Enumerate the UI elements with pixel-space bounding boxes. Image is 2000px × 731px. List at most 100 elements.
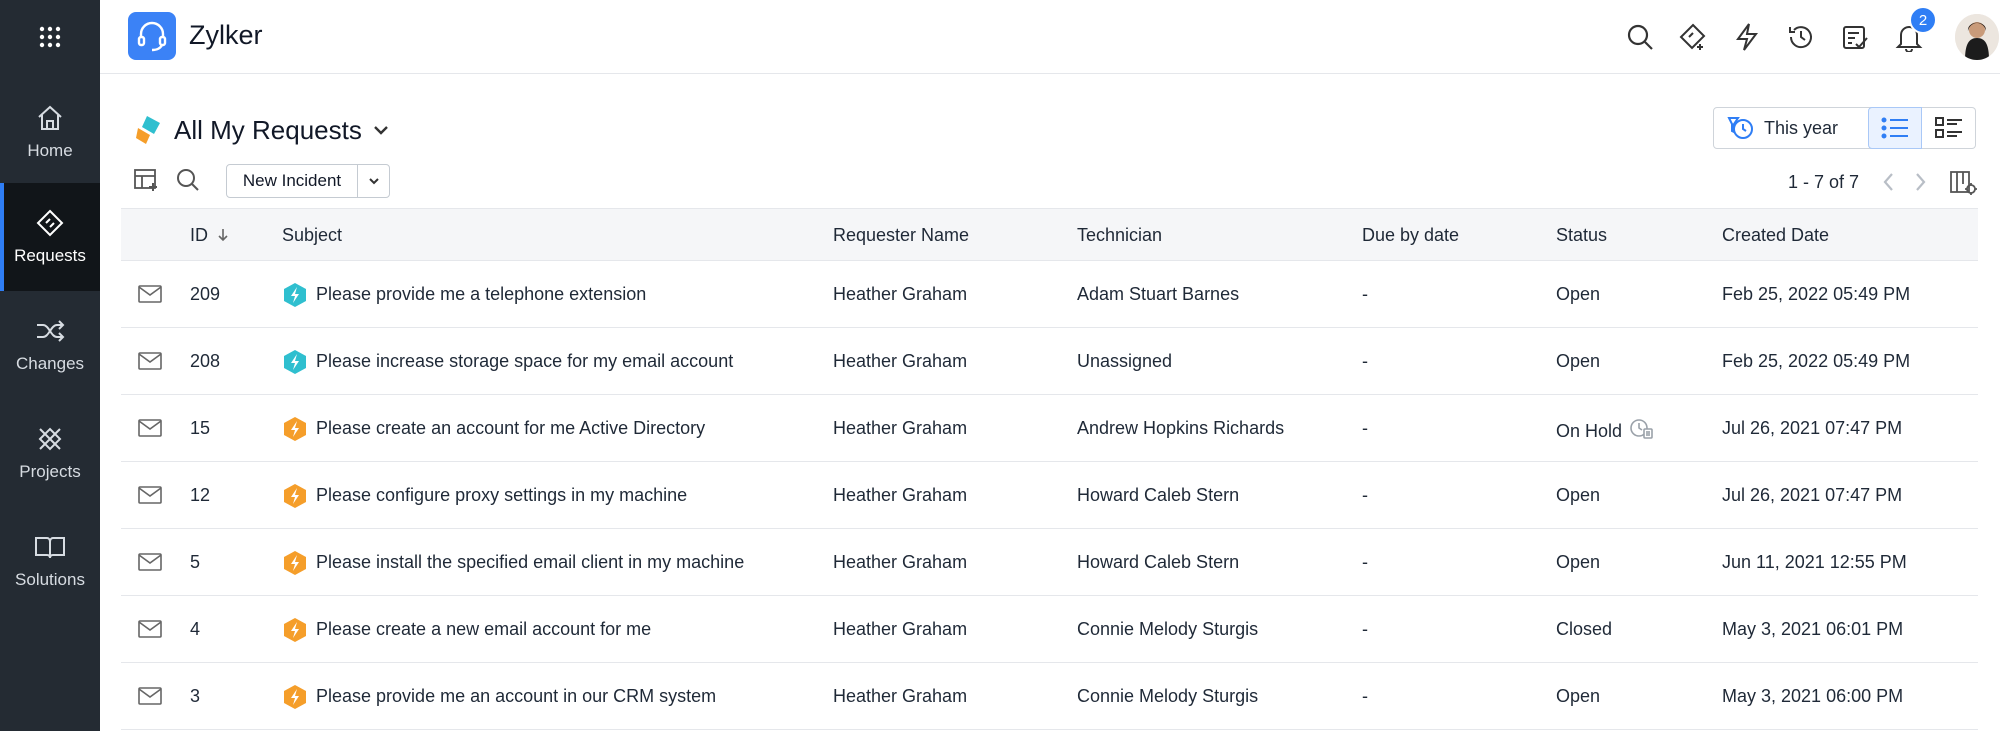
cell-created-date: Jul 26, 2021 07:47 PM: [1722, 418, 1903, 438]
page-title[interactable]: All My Requests: [174, 115, 362, 146]
grid-icon: [39, 26, 61, 48]
table-row[interactable]: 209 Please provide me a telephone extens…: [121, 261, 1978, 328]
incident-icon: [283, 617, 307, 648]
sidebar-item-projects[interactable]: Projects: [0, 399, 100, 507]
sidebar-item-changes[interactable]: Changes: [0, 291, 100, 399]
date-filter-label: This year: [1764, 117, 1839, 138]
column-settings-button[interactable]: [1950, 170, 1978, 201]
cell-requester: Heather Graham: [833, 485, 968, 505]
table-row[interactable]: 12 Please configure proxy settings in my…: [121, 462, 1978, 529]
column-header-created-date[interactable]: Created Date: [1722, 225, 1829, 246]
cell-status[interactable]: Open: [1556, 686, 1600, 707]
cell-requester: Heather Graham: [833, 552, 968, 572]
column-header-id[interactable]: ID: [190, 225, 229, 246]
view-icon: [134, 114, 164, 151]
sidebar-item-label: Changes: [15, 354, 85, 373]
cell-technician[interactable]: Howard Caleb Stern: [1077, 552, 1239, 573]
cell-subject[interactable]: Please provide me a telephone extension: [316, 284, 646, 305]
column-chooser-button[interactable]: [134, 168, 160, 197]
incident-icon: [283, 550, 307, 581]
cell-status[interactable]: Closed: [1556, 619, 1612, 640]
chevron-down-icon: [368, 178, 379, 185]
cell-technician[interactable]: Adam Stuart Barnes: [1077, 284, 1239, 305]
cell-technician[interactable]: Unassigned: [1077, 351, 1172, 372]
mail-icon: [138, 552, 162, 577]
cell-created-date: Feb 25, 2022 05:49 PM: [1722, 284, 1911, 304]
cell-created-date: Feb 25, 2022 05:49 PM: [1722, 351, 1911, 371]
prev-page-button[interactable]: [1880, 170, 1898, 199]
cell-subject[interactable]: Please install the specified email clien…: [316, 552, 744, 573]
history-icon: [1789, 26, 1812, 49]
brand-name: Zylker: [189, 20, 263, 50]
cell-subject[interactable]: Please configure proxy settings in my ma…: [316, 485, 687, 506]
cell-due-date: -: [1362, 418, 1368, 438]
incident-icon: [283, 684, 307, 715]
chevron-left-icon: [1883, 173, 1893, 191]
table-row[interactable]: 4 Please create a new email account for …: [121, 596, 1978, 663]
cell-technician[interactable]: Andrew Hopkins Richards: [1077, 418, 1284, 439]
column-header-due-date[interactable]: Due by date: [1362, 225, 1459, 246]
cell-requester: Heather Graham: [833, 619, 968, 639]
next-page-button[interactable]: [1911, 170, 1929, 199]
cell-status[interactable]: Open: [1556, 351, 1600, 372]
cell-status[interactable]: Open: [1556, 485, 1600, 506]
cell-id: 208: [190, 351, 221, 371]
cell-created-date: Jun 11, 2021 12:55 PM: [1722, 552, 1907, 572]
sidebar-item-label: Home: [27, 141, 73, 160]
cell-technician[interactable]: Connie Melody Sturgis: [1077, 686, 1258, 707]
card-view-toggle[interactable]: [1922, 107, 1976, 149]
request-type-icon: [136, 116, 160, 144]
top-bar: Zylker 2: [100, 0, 2000, 74]
sidebar-item-home[interactable]: Home: [0, 78, 100, 186]
cell-subject[interactable]: Please create a new email account for me: [316, 619, 651, 640]
cell-status[interactable]: On Hold: [1556, 418, 1654, 442]
app-launcher-button[interactable]: [0, 0, 100, 74]
status-label: On Hold: [1556, 421, 1623, 441]
mail-icon: [138, 284, 162, 309]
cell-technician[interactable]: Howard Caleb Stern: [1077, 485, 1239, 506]
mail-icon: [138, 351, 162, 376]
cell-status[interactable]: Open: [1556, 552, 1600, 573]
notification-badge: 2: [1909, 6, 1937, 34]
quick-action-button[interactable]: [1673, 17, 1713, 57]
mail-icon: [138, 619, 162, 644]
cell-subject[interactable]: Please increase storage space for my ema…: [316, 351, 733, 372]
tasks-button[interactable]: [1835, 17, 1875, 57]
brand-logo[interactable]: [128, 12, 176, 60]
service-request-icon: [283, 349, 307, 380]
column-header-requester[interactable]: Requester Name: [833, 225, 969, 246]
sidebar-item-requests[interactable]: Requests: [0, 183, 100, 291]
view-dropdown[interactable]: [371, 120, 391, 145]
list-view-toggle[interactable]: [1868, 107, 1922, 149]
cell-id: 3: [190, 686, 201, 706]
headset-icon: [137, 21, 167, 52]
new-incident-button[interactable]: New Incident: [226, 164, 358, 198]
flash-button[interactable]: [1727, 17, 1767, 57]
cell-subject[interactable]: Please provide me an account in our CRM …: [316, 686, 716, 707]
chevron-right-icon: [1916, 173, 1926, 191]
date-filter-button[interactable]: This year: [1713, 107, 1885, 149]
column-header-technician[interactable]: Technician: [1077, 225, 1162, 246]
sidebar-item-solutions[interactable]: Solutions: [0, 507, 100, 615]
table-row[interactable]: 3 Please provide me an account in our CR…: [121, 663, 1978, 730]
cell-due-date: -: [1362, 284, 1368, 304]
new-options-dropdown[interactable]: [357, 164, 390, 198]
mail-icon: [138, 686, 162, 711]
table-row[interactable]: 15 Please create an account for me Activ…: [121, 395, 1978, 462]
table-header: ID Subject Requester Name Technician Due…: [121, 208, 1978, 261]
pagination-info: 1 - 7 of 7: [1788, 172, 1860, 192]
cell-subject[interactable]: Please create an account for me Active D…: [316, 418, 705, 439]
avatar[interactable]: [1955, 14, 1999, 60]
cell-technician[interactable]: Connie Melody Sturgis: [1077, 619, 1258, 640]
column-header-subject[interactable]: Subject: [282, 225, 342, 246]
search-button[interactable]: [1620, 17, 1660, 57]
sidebar-item-label: Requests: [14, 246, 86, 265]
cell-status[interactable]: Open: [1556, 284, 1600, 305]
history-button[interactable]: [1781, 17, 1821, 57]
search-icon: [1627, 24, 1653, 50]
table-row[interactable]: 5 Please install the specified email cli…: [121, 529, 1978, 596]
table-row[interactable]: 208 Please increase storage space for my…: [121, 328, 1978, 395]
column-header-status[interactable]: Status: [1556, 225, 1607, 246]
cell-due-date: -: [1362, 351, 1368, 371]
table-search-button[interactable]: [176, 168, 200, 197]
